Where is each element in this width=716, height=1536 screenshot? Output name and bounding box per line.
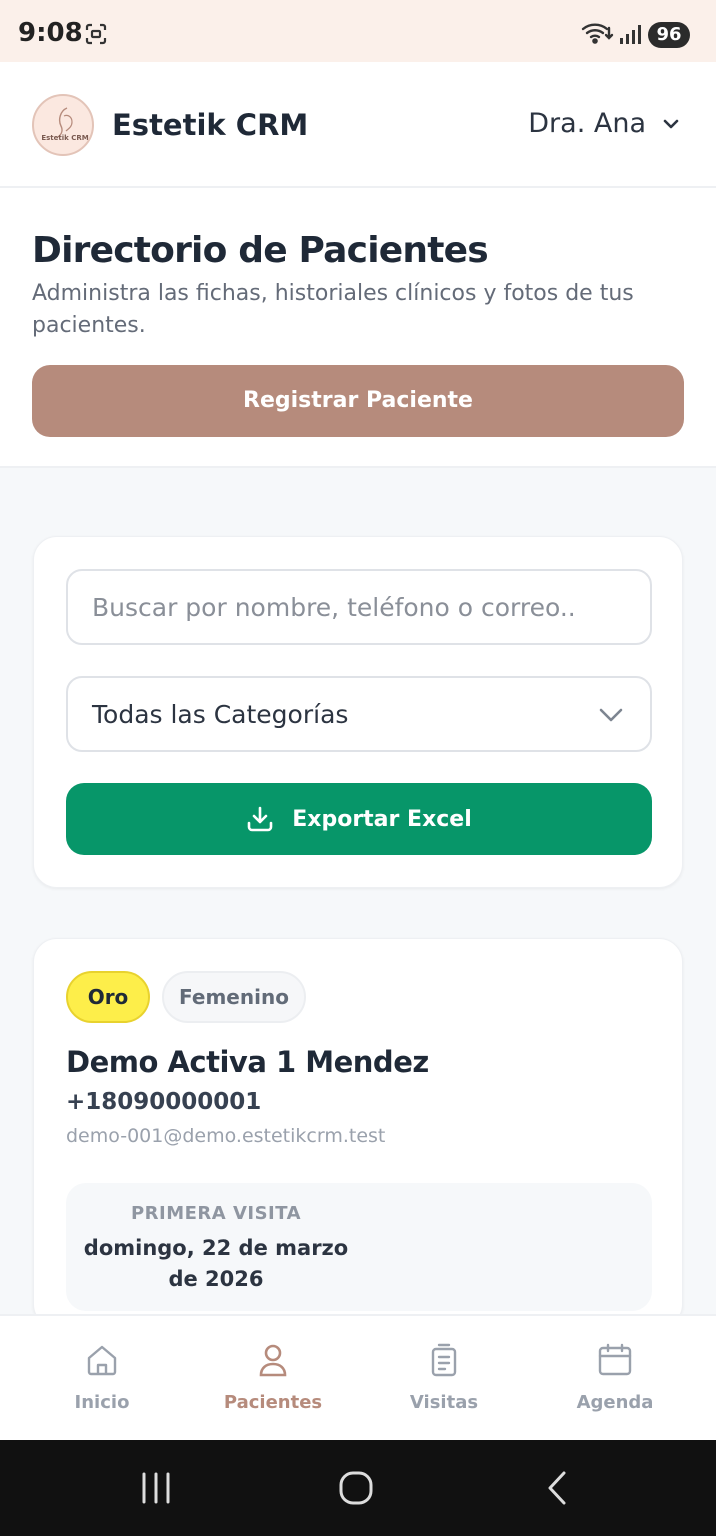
page-subtitle: Administra las fichas, historiales clíni… xyxy=(32,281,634,338)
calendar-icon xyxy=(598,1343,632,1376)
search-input[interactable] xyxy=(66,569,652,645)
patient-phone: +18090000001 xyxy=(66,1089,262,1115)
recent-apps-icon[interactable] xyxy=(138,1470,174,1506)
nav-label-agenda: Agenda xyxy=(576,1392,654,1413)
home-button-icon[interactable] xyxy=(338,1470,374,1506)
user-icon xyxy=(259,1344,287,1377)
logo-face-icon: Estetik CRM xyxy=(41,107,89,142)
tier-badge: Oro xyxy=(66,971,150,1023)
system-nav-bar xyxy=(0,1440,716,1536)
export-excel-label: Exportar Excel xyxy=(292,806,472,832)
signal-icon xyxy=(620,25,641,44)
register-patient-button[interactable]: Registrar Paciente xyxy=(32,365,684,437)
first-visit-box: PRIMERA VISITA domingo, 22 de marzo de 2… xyxy=(66,1183,652,1311)
nav-item-agenda[interactable]: Agenda xyxy=(529,1316,701,1442)
battery-indicator: 96 xyxy=(648,22,690,48)
clipboard-icon xyxy=(431,1343,457,1377)
status-time: 9:08 xyxy=(18,18,83,48)
chevron-down-icon xyxy=(663,119,679,128)
patient-email: demo-001@demo.estetikcrm.test xyxy=(66,1125,386,1147)
bottom-nav: Inicio Pacientes Visitas Agenda xyxy=(0,1314,716,1440)
nav-label-pacientes: Pacientes xyxy=(223,1392,323,1413)
app-title: Estetik CRM xyxy=(112,108,309,142)
gender-badge: Femenino xyxy=(162,971,306,1023)
patient-name: Demo Activa 1 Mendez xyxy=(66,1045,429,1079)
screenshot-icon xyxy=(85,23,107,45)
category-select[interactable]: Todas las Categorías xyxy=(66,676,652,752)
app-logo: Estetik CRM xyxy=(32,94,94,156)
page-title: Directorio de Pacientes xyxy=(32,230,489,271)
nav-label-visitas: Visitas xyxy=(409,1392,479,1413)
user-menu-button[interactable]: Dra. Ana xyxy=(528,108,680,139)
first-visit-date: domingo, 22 de marzo de 2026 xyxy=(83,1236,349,1291)
nav-label-inicio: Inicio xyxy=(74,1392,130,1413)
nav-item-pacientes[interactable]: Pacientes xyxy=(187,1316,359,1442)
filter-card: Todas las Categorías Exportar Excel xyxy=(33,536,683,888)
first-visit-label: PRIMERA VISITA xyxy=(130,1203,302,1224)
patient-card[interactable]: Oro Femenino Demo Activa 1 Mendez +18090… xyxy=(33,938,683,1328)
nav-item-visitas[interactable]: Visitas xyxy=(358,1316,530,1442)
category-selected-label: Todas las Categorías xyxy=(92,700,349,729)
back-icon[interactable] xyxy=(540,1470,576,1506)
download-icon xyxy=(247,806,273,832)
home-icon xyxy=(87,1345,117,1376)
nav-item-inicio[interactable]: Inicio xyxy=(16,1316,188,1442)
svg-text:Estetik CRM: Estetik CRM xyxy=(41,134,88,142)
intro-section: Directorio de Pacientes Administra las f… xyxy=(0,188,716,468)
chevron-down-icon xyxy=(599,708,623,722)
export-excel-button[interactable]: Exportar Excel xyxy=(66,783,652,855)
user-name: Dra. Ana xyxy=(528,108,646,139)
status-bar: 9:08 96 xyxy=(0,0,716,62)
wifi-icon xyxy=(581,23,614,44)
app-header: Estetik CRM Estetik CRM Dra. Ana xyxy=(0,62,716,188)
